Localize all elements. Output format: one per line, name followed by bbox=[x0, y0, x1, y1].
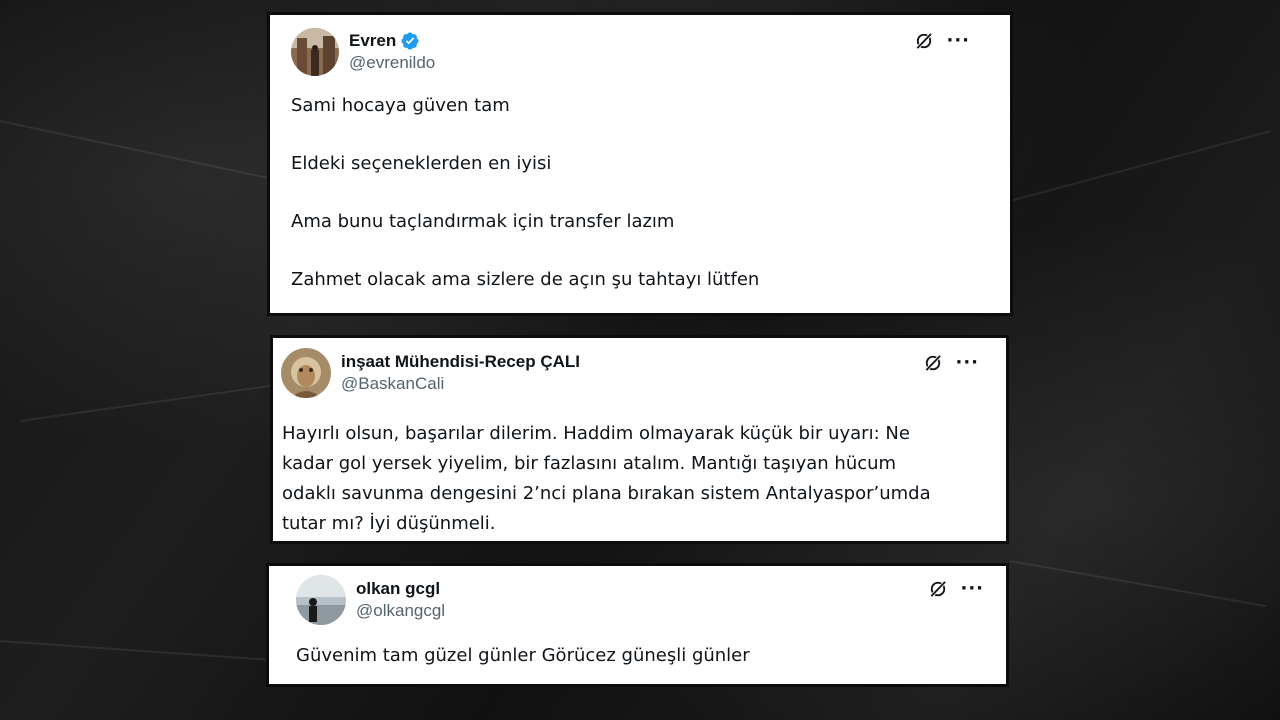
grok-icon[interactable] bbox=[914, 31, 934, 51]
background-crease bbox=[1009, 560, 1267, 608]
avatar[interactable] bbox=[291, 28, 339, 76]
tweet-text: Sami hocaya güven tam Eldeki seçeneklerd… bbox=[291, 94, 759, 292]
user-handle[interactable]: @evrenildo bbox=[349, 52, 435, 74]
background-crease bbox=[1009, 130, 1272, 202]
tweet-line: odaklı savunma dengesini 2’nci plana bır… bbox=[282, 483, 931, 504]
background-crease bbox=[19, 383, 278, 422]
display-name[interactable]: olkan gcgl bbox=[356, 578, 440, 600]
user-handle[interactable]: @olkangcgl bbox=[356, 600, 445, 622]
tweet-paragraph: Eldeki seçeneklerden en iyisi bbox=[291, 153, 552, 174]
more-options-icon[interactable]: ··· bbox=[960, 579, 984, 599]
display-name[interactable]: Evren bbox=[349, 30, 396, 52]
display-name[interactable]: inşaat Mühendisi-Recep ÇALI bbox=[341, 351, 580, 373]
tweet-text: Hayırlı olsun, başarılar dilerim. Haddim… bbox=[282, 419, 931, 539]
tweet-text: Güvenim tam güzel günler Görücez güneşli… bbox=[296, 643, 750, 669]
tweet-line: kadar gol yersek yiyelim, bir fazlasını … bbox=[282, 453, 897, 474]
tweet-card[interactable]: inşaat Mühendisi-Recep ÇALI @BaskanCali … bbox=[270, 335, 1009, 544]
avatar[interactable] bbox=[281, 348, 331, 398]
grok-icon[interactable] bbox=[923, 353, 943, 373]
grok-icon[interactable] bbox=[928, 579, 948, 599]
tweet-paragraph: Zahmet olacak ama sizlere de açın şu tah… bbox=[291, 269, 760, 290]
user-handle[interactable]: @BaskanCali bbox=[341, 373, 580, 395]
verified-badge-icon bbox=[401, 32, 419, 50]
more-options-icon[interactable]: ··· bbox=[955, 353, 979, 373]
avatar[interactable] bbox=[296, 575, 346, 625]
tweet-paragraph: Güvenim tam güzel günler Görücez güneşli… bbox=[296, 645, 750, 666]
tweet-card[interactable]: Evren @evrenildo ··· Sami hocaya güven t… bbox=[267, 12, 1013, 316]
more-options-icon[interactable]: ··· bbox=[946, 31, 970, 51]
tweet-paragraph: Ama bunu taçlandırmak için transfer lazı… bbox=[291, 211, 675, 232]
tweet-line: Hayırlı olsun, başarılar dilerim. Haddim… bbox=[282, 423, 910, 444]
background-crease bbox=[0, 120, 294, 185]
tweet-line: tutar mı? İyi düşünmeli. bbox=[282, 513, 496, 534]
background-crease bbox=[0, 640, 270, 661]
tweet-card[interactable]: olkan gcgl @olkangcgl ··· Güvenim tam gü… bbox=[266, 563, 1009, 687]
tweet-paragraph: Sami hocaya güven tam bbox=[291, 95, 510, 116]
